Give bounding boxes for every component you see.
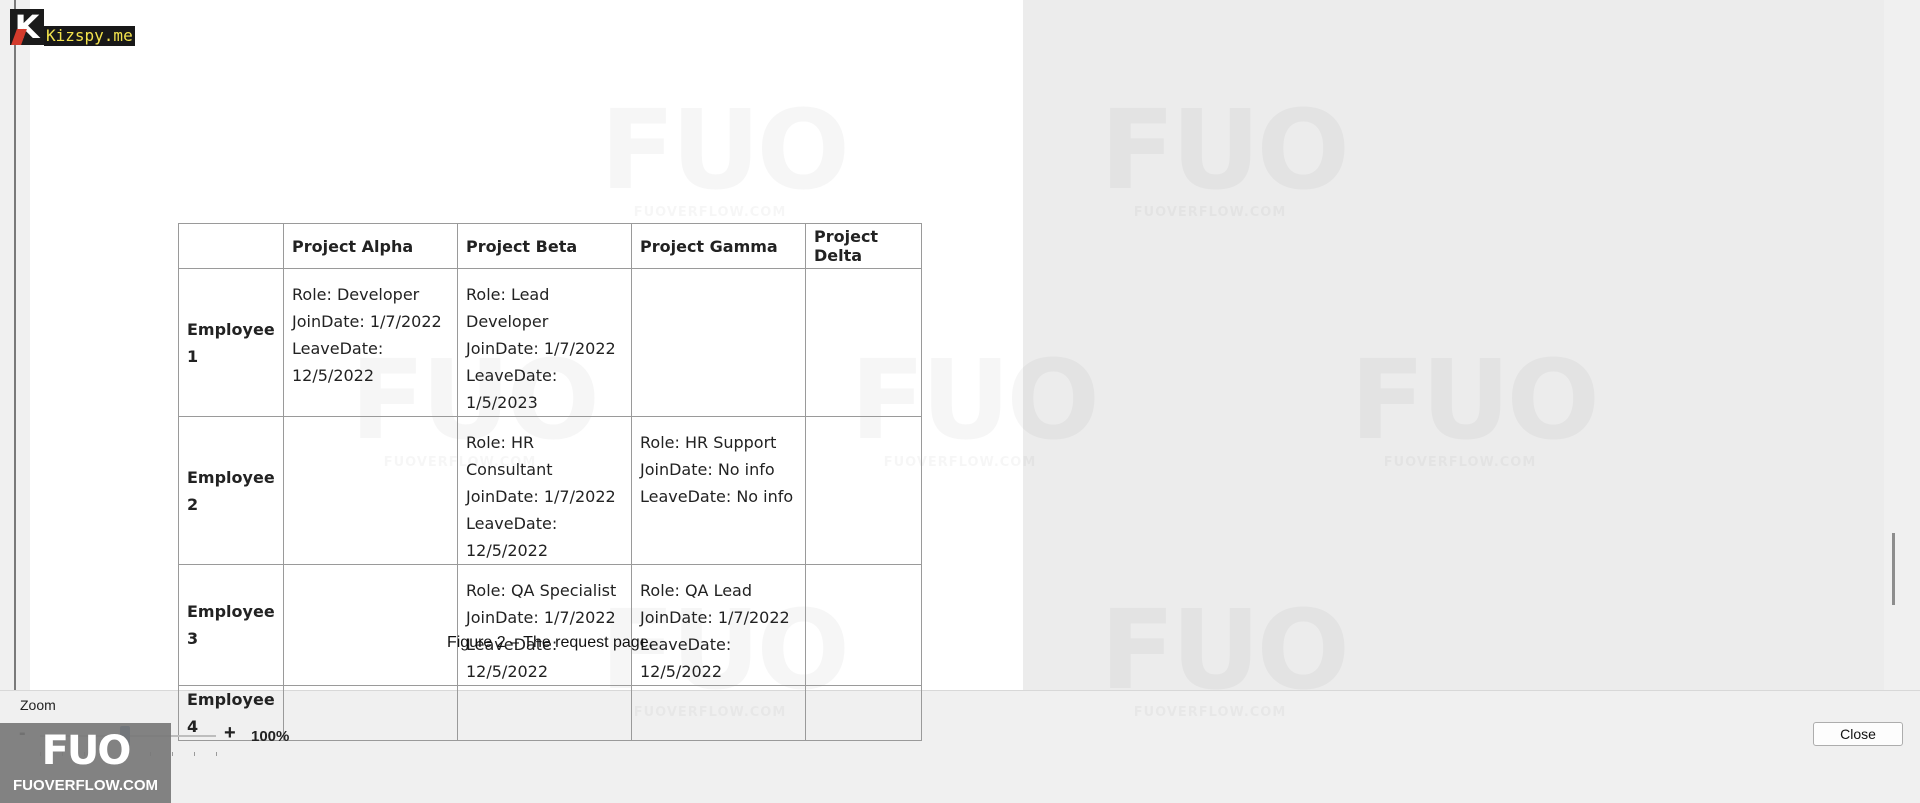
- zoom-tick: [216, 752, 217, 756]
- table-cell: [805, 685, 922, 741]
- zoom-tick: [194, 752, 195, 756]
- column-header: Project Delta: [805, 223, 922, 269]
- row-header: Employee 1: [178, 268, 284, 417]
- table-row: Employee 3 Role: QA Specialist JoinDate: …: [178, 564, 922, 686]
- vertical-scrollbar[interactable]: [1884, 0, 1920, 690]
- table-row: Employee 1 Role: Developer JoinDate: 1/7/…: [178, 268, 922, 417]
- fuo-logo-icon: FUO: [41, 728, 132, 774]
- table-cell: [457, 685, 632, 741]
- row-header: Employee 3: [178, 564, 284, 686]
- table-cell: Role: Lead Developer JoinDate: 1/7/2022 Le…: [457, 268, 632, 417]
- table-cell: [631, 268, 806, 417]
- fuoverflow-badge: FUO FUOVERFLOW.COM: [0, 723, 171, 803]
- table-cell: [631, 685, 806, 741]
- project-employee-table: Project Alpha Project Beta Project Gamma…: [178, 223, 922, 741]
- scrollbar-thumb[interactable]: [1892, 533, 1895, 605]
- table-cell: [805, 268, 922, 417]
- table-cell: Role: QA Lead JoinDate: 1/7/2022 LeaveDate…: [631, 564, 806, 686]
- table-cell: [283, 416, 458, 565]
- figure-caption: Figure 2 – The request page.: [446, 634, 654, 651]
- zoom-percentage: 100%: [251, 728, 290, 745]
- zoom-tick: [172, 752, 173, 756]
- row-header: Employee 2: [178, 416, 284, 565]
- left-border-line: [14, 0, 16, 690]
- zoom-in-button[interactable]: +: [224, 723, 236, 743]
- table-row: Employee 4: [178, 685, 922, 741]
- table-cell: [283, 564, 458, 686]
- table-cell: Role: QA Specialist JoinDate: 1/7/2022 Lea…: [457, 564, 632, 686]
- close-button[interactable]: Close: [1813, 722, 1903, 746]
- table-cell: Role: HR Consultant JoinDate: 1/7/2022 Lea…: [457, 416, 632, 565]
- table-row: Employee 2 Role: HR Consultant JoinDate: …: [178, 416, 922, 565]
- table-header-row: Project Alpha Project Beta Project Gamma…: [178, 223, 922, 269]
- column-header: Project Alpha: [283, 223, 458, 269]
- table-cell: [805, 416, 922, 565]
- column-header: Project Gamma: [631, 223, 806, 269]
- zoom-label: Zoom: [20, 697, 56, 713]
- table-cell: [283, 685, 458, 741]
- table-cell: Role: HR Support JoinDate: No info LeaveDa…: [631, 416, 806, 565]
- empty-viewer-area: [1023, 0, 1884, 690]
- column-header: Project Beta: [457, 223, 632, 269]
- fuo-badge-text: FUOVERFLOW.COM: [13, 777, 158, 794]
- site-logo: K Kizspy.me: [10, 9, 135, 46]
- table-cell: Role: Developer JoinDate: 1/7/2022 LeaveDa…: [283, 268, 458, 417]
- table-corner-cell: [178, 223, 284, 269]
- logo-k-icon: K: [10, 9, 44, 45]
- site-logo-text: Kizspy.me: [44, 26, 135, 46]
- table-cell: [805, 564, 922, 686]
